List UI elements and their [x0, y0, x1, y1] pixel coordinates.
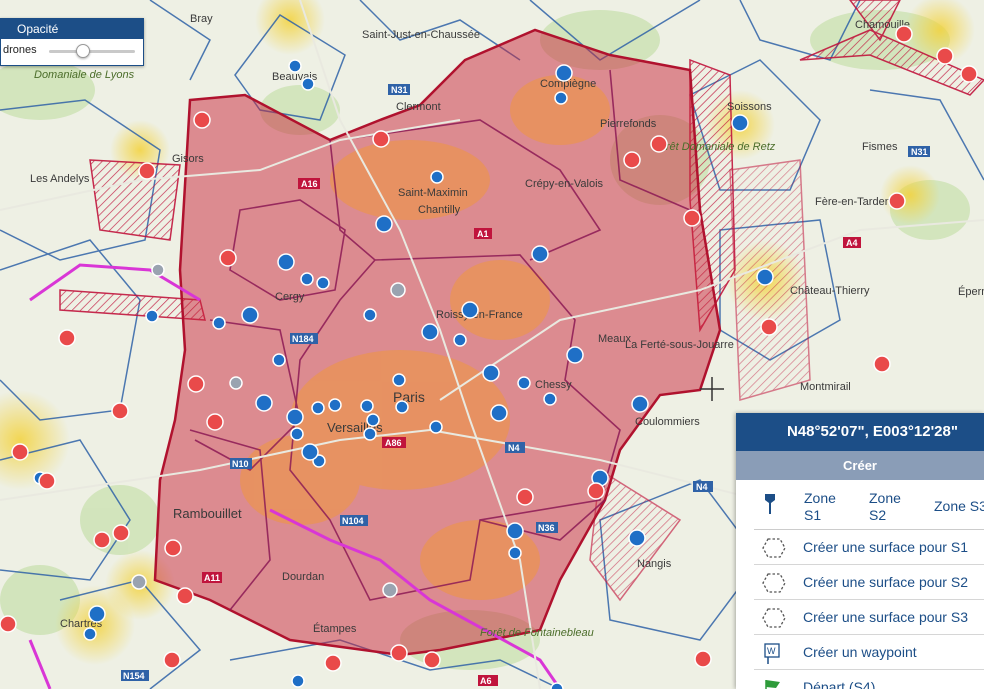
svg-text:Saint-Just-en-Chaussée: Saint-Just-en-Chaussée [362, 29, 480, 41]
create-surface-s3-label: Créer une surface pour S3 [803, 609, 968, 625]
svg-text:W: W [767, 646, 776, 656]
create-surface-s1[interactable]: Créer une surface pour S1 [754, 530, 984, 565]
svg-text:Coulommiers: Coulommiers [635, 416, 700, 428]
svg-text:N104: N104 [342, 516, 364, 526]
svg-text:Chessy: Chessy [535, 379, 572, 391]
svg-text:Saint-Maximin: Saint-Maximin [398, 187, 468, 199]
svg-text:N10: N10 [232, 459, 249, 469]
svg-text:N36: N36 [538, 523, 555, 533]
svg-text:Crépy-en-Valois: Crépy-en-Valois [525, 178, 604, 190]
svg-text:Château-Thierry: Château-Thierry [790, 285, 870, 297]
svg-text:A11: A11 [204, 573, 220, 583]
departure-s4-label: Départ (S4) [803, 679, 876, 689]
create-surface-s3[interactable]: Créer une surface pour S3 [754, 600, 984, 635]
svg-text:A1: A1 [477, 229, 489, 239]
svg-text:N154: N154 [123, 671, 145, 681]
svg-text:Étampes: Étampes [313, 622, 357, 635]
opacity-slider-track[interactable] [49, 50, 135, 53]
opacity-layer-label: drones [3, 44, 37, 56]
zone-s3-button[interactable]: Zone S3 [934, 498, 984, 515]
popup-coordinates: N48°52'07", E003°12'28" [736, 413, 984, 451]
hexagon-icon [762, 573, 786, 593]
svg-text:N184: N184 [292, 334, 314, 344]
svg-text:Bray: Bray [190, 13, 213, 25]
svg-text:A6: A6 [480, 676, 492, 686]
pin-icon [765, 494, 775, 514]
opacity-panel-title: Opacité [1, 19, 143, 39]
svg-text:Cergy: Cergy [275, 291, 305, 303]
svg-text:N31: N31 [911, 147, 928, 157]
svg-text:Montmirail: Montmirail [800, 381, 851, 393]
opacity-panel: Opacité drones [0, 18, 144, 66]
svg-text:Fismes: Fismes [862, 141, 898, 153]
svg-text:Dourdan: Dourdan [282, 571, 324, 583]
zone-selector: Zone S1 Zone S2 Zone S3 [754, 480, 984, 530]
waypoint-icon: W [764, 643, 780, 664]
location-popup: N48°52'07", E003°12'28" Créer Zone S1 Zo… [736, 413, 984, 689]
svg-text:Soissons: Soissons [727, 101, 772, 113]
create-surface-s2-label: Créer une surface pour S2 [803, 574, 968, 590]
create-waypoint-label: Créer un waypoint [803, 644, 917, 660]
svg-text:A16: A16 [301, 179, 318, 189]
zone-s1-button[interactable]: Zone S1 [804, 490, 848, 524]
create-surface-s1-label: Créer une surface pour S1 [803, 539, 968, 555]
svg-text:Roissy-en-France: Roissy-en-France [436, 309, 523, 321]
svg-text:Nangis: Nangis [637, 558, 672, 570]
svg-text:N31: N31 [391, 85, 408, 95]
svg-text:Pierrefonds: Pierrefonds [600, 118, 657, 130]
svg-text:Épernay: Épernay [958, 285, 984, 298]
svg-text:Gisors: Gisors [172, 153, 204, 165]
svg-text:Rambouillet: Rambouillet [173, 506, 242, 521]
hexagon-icon [762, 608, 786, 628]
create-surface-s2[interactable]: Créer une surface pour S2 [754, 565, 984, 600]
svg-text:La Ferté-sous-Jouarre: La Ferté-sous-Jouarre [625, 339, 734, 351]
hexagon-icon [762, 538, 786, 558]
svg-text:Forêt Domaniale de Retz: Forêt Domaniale de Retz [653, 141, 776, 153]
departure-s4[interactable]: Départ (S4) [754, 670, 984, 689]
svg-text:N4: N4 [696, 482, 708, 492]
zone-s2-button[interactable]: Zone S2 [869, 490, 913, 524]
opacity-slider-thumb[interactable] [76, 44, 91, 58]
svg-text:Domaniale de Lyons: Domaniale de Lyons [34, 69, 135, 81]
opacity-row-drones: drones [1, 39, 143, 63]
svg-text:A86: A86 [385, 438, 402, 448]
flag-icon [765, 680, 780, 689]
svg-text:Chantilly: Chantilly [418, 204, 461, 216]
svg-text:A4: A4 [846, 238, 858, 248]
svg-text:Forêt de Fontainebleau: Forêt de Fontainebleau [480, 627, 594, 639]
popup-create-header: Créer [736, 451, 984, 480]
svg-text:Clermont: Clermont [396, 101, 441, 113]
create-waypoint[interactable]: W Créer un waypoint [754, 635, 984, 670]
svg-text:N4: N4 [508, 443, 520, 453]
svg-text:Les Andelys: Les Andelys [30, 173, 90, 185]
